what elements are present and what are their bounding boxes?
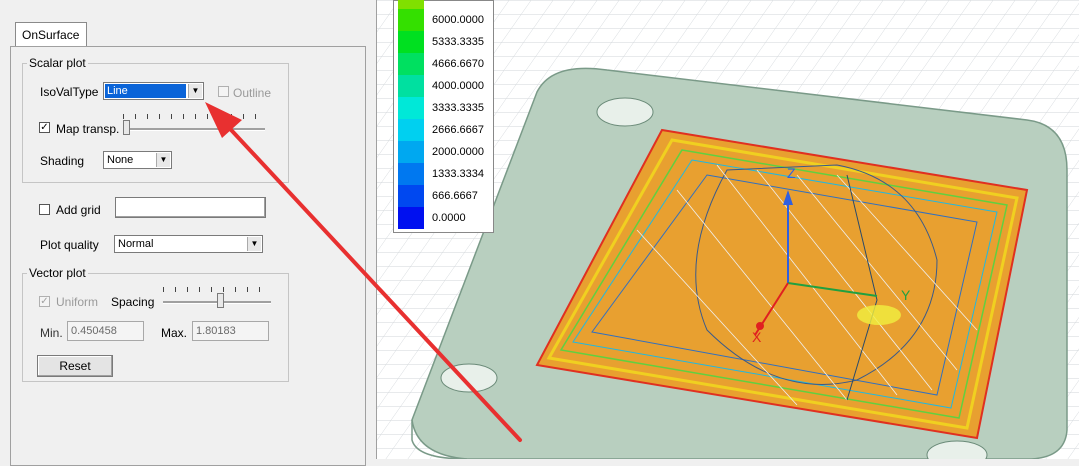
legend-swatch bbox=[398, 207, 424, 229]
tab-onsurface[interactable]: OnSurface bbox=[15, 22, 87, 46]
legend-swatch bbox=[398, 75, 424, 97]
legend-row: 2000.0000 bbox=[394, 141, 494, 163]
legend-value: 4000.0000 bbox=[432, 80, 484, 92]
plot-quality-label: Plot quality bbox=[40, 238, 99, 252]
y-axis-label: Y bbox=[901, 287, 911, 303]
plot-quality-select[interactable]: Normal ▼ bbox=[114, 235, 263, 253]
legend-value: 3333.3335 bbox=[432, 102, 484, 114]
properties-panel: OnSurface Scalar plot IsoValType Line ▼ … bbox=[0, 0, 377, 466]
min-field[interactable]: 0.450458 bbox=[67, 321, 144, 341]
reset-button[interactable]: Reset bbox=[37, 355, 113, 377]
legend-row: 1333.3334 bbox=[394, 163, 494, 185]
shading-value: None bbox=[107, 154, 134, 166]
z-axis-label: Z bbox=[787, 165, 796, 181]
map-transp-checkbox[interactable]: ✓ bbox=[39, 122, 50, 133]
scalar-plot-title: Scalar plot bbox=[29, 56, 86, 70]
legend-value: 666.6667 bbox=[432, 190, 478, 202]
legend-row: 5333.3335 bbox=[394, 31, 494, 53]
outline-checkbox[interactable] bbox=[218, 86, 229, 97]
uniform-label: Uniform bbox=[56, 295, 99, 309]
map-transp-thumb[interactable] bbox=[123, 120, 130, 135]
legend-value: 6000.0000 bbox=[432, 14, 484, 26]
legend-swatch bbox=[398, 97, 424, 119]
legend-swatch bbox=[398, 119, 424, 141]
map-transp-label: Map transp. bbox=[56, 122, 120, 136]
min-label: Min. bbox=[40, 326, 63, 340]
slider-ticks bbox=[163, 287, 271, 292]
hole bbox=[596, 97, 654, 127]
add-grid-label: Add grid bbox=[56, 203, 101, 217]
chevron-down-icon[interactable]: ▼ bbox=[247, 237, 261, 251]
add-grid-checkbox[interactable] bbox=[39, 204, 50, 215]
legend-value: 2000.0000 bbox=[432, 146, 484, 158]
legend-row: 0.0000 bbox=[394, 207, 494, 229]
map-transp-slider[interactable] bbox=[123, 114, 265, 136]
legend-value: 2666.6667 bbox=[432, 124, 484, 136]
legend-row: 3333.3335 bbox=[394, 97, 494, 119]
legend-swatch bbox=[398, 53, 424, 75]
hole bbox=[440, 363, 498, 393]
spacing-label: Spacing bbox=[111, 295, 155, 309]
isovaltype-value: Line bbox=[107, 85, 128, 97]
slider-track bbox=[123, 128, 265, 131]
legend-value: 4666.6670 bbox=[432, 58, 484, 70]
spacing-slider[interactable] bbox=[163, 287, 271, 309]
isovaltype-select[interactable]: Line ▼ bbox=[103, 82, 204, 100]
legend-row: 6000.0000 bbox=[394, 9, 494, 31]
vector-plot-title: Vector plot bbox=[29, 266, 86, 280]
legend-row: 2666.6667 bbox=[394, 119, 494, 141]
max-label: Max. bbox=[161, 326, 188, 340]
grid-color-button[interactable] bbox=[115, 197, 266, 218]
chevron-down-icon[interactable]: ▼ bbox=[156, 153, 170, 167]
plot-quality-value: Normal bbox=[118, 238, 154, 250]
color-legend: 6000.0000 5333.3335 4666.6670 4000.0000 … bbox=[393, 0, 494, 233]
chevron-down-icon[interactable]: ▼ bbox=[188, 84, 202, 98]
legend-value: 5333.3335 bbox=[432, 36, 484, 48]
legend-swatch bbox=[398, 185, 424, 207]
legend-row: 666.6667 bbox=[394, 185, 494, 207]
x-axis-label: X bbox=[752, 329, 762, 345]
shading-select[interactable]: None ▼ bbox=[103, 151, 172, 169]
max-field[interactable]: 1.80183 bbox=[192, 321, 269, 341]
isovaltype-label: IsoValType bbox=[40, 85, 99, 99]
spacing-thumb[interactable] bbox=[217, 293, 224, 308]
legend-row: 4666.6670 bbox=[394, 53, 494, 75]
legend-swatch bbox=[398, 141, 424, 163]
shading-label: Shading bbox=[40, 154, 85, 168]
slider-ticks bbox=[123, 114, 265, 119]
uniform-checkbox[interactable]: ✓ bbox=[39, 296, 50, 307]
legend-swatch bbox=[398, 31, 424, 53]
tab-label: OnSurface bbox=[22, 28, 80, 42]
legend-swatch bbox=[398, 9, 424, 31]
outline-label: Outline bbox=[233, 86, 272, 100]
legend-row: 4000.0000 bbox=[394, 75, 494, 97]
legend-value: 0.0000 bbox=[432, 212, 466, 224]
legend-value: 1333.3334 bbox=[432, 168, 484, 180]
legend-swatch bbox=[398, 163, 424, 185]
